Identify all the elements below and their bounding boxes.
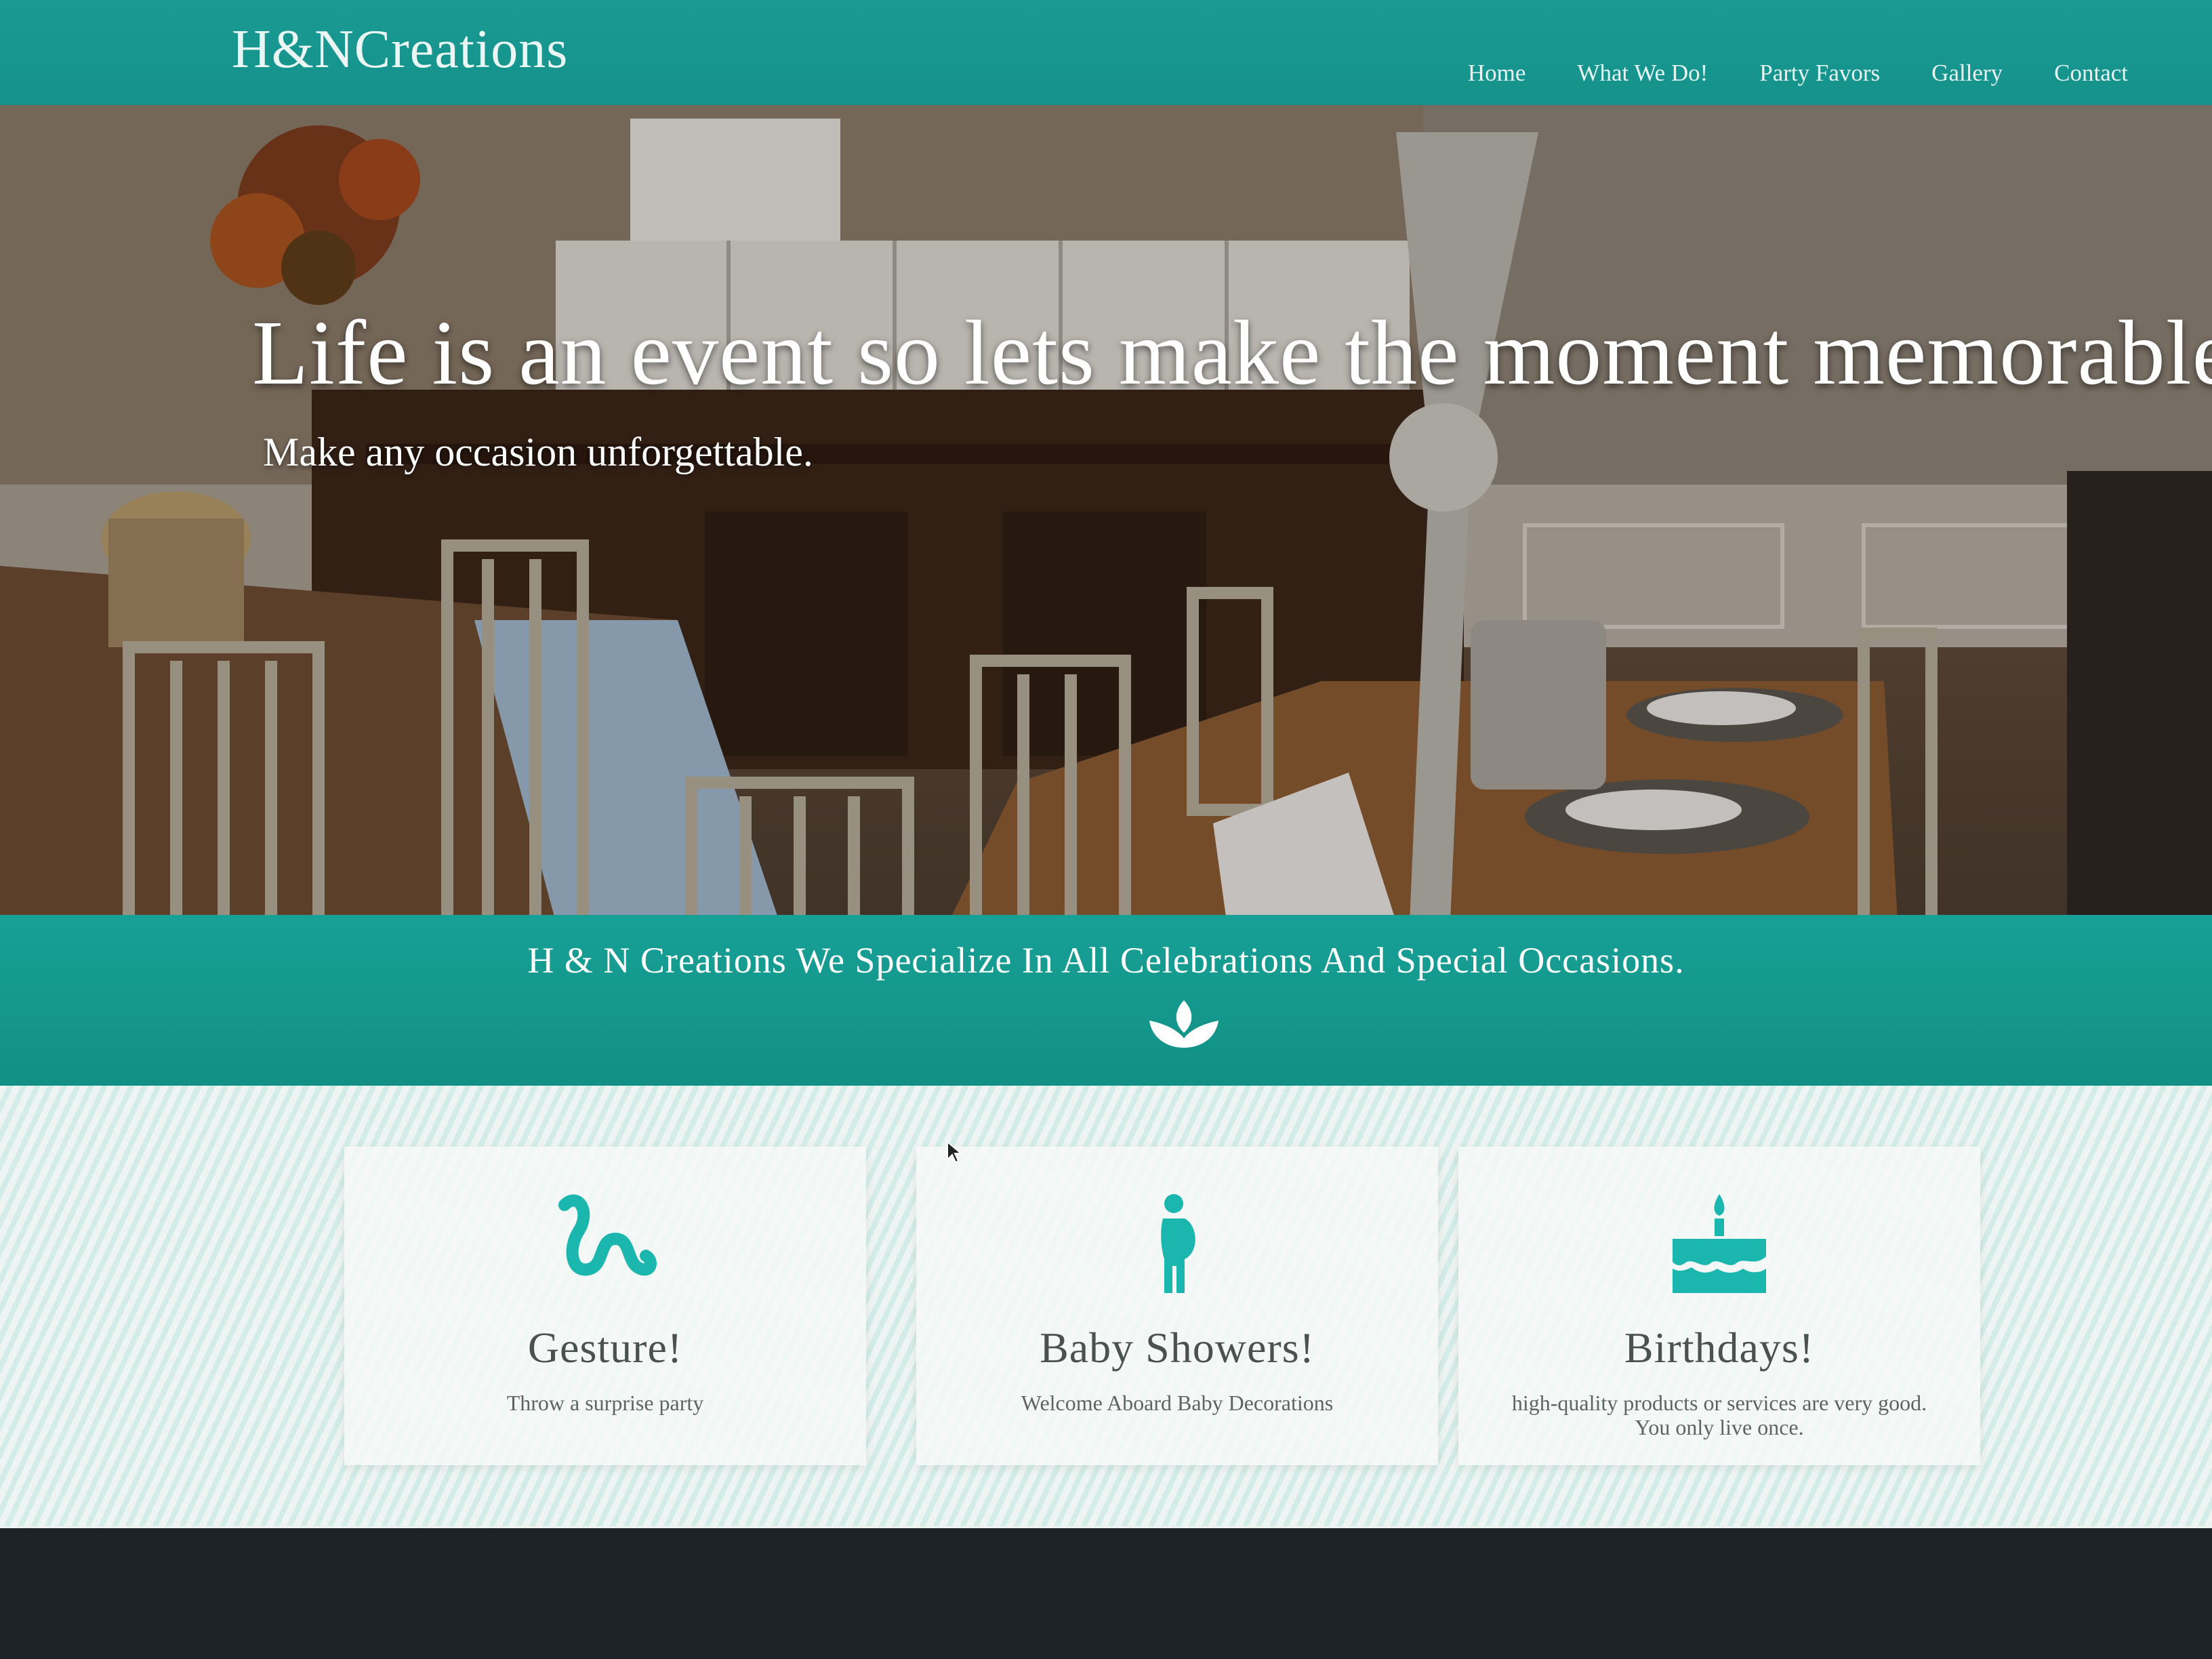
service-title: Baby Showers! (1040, 1324, 1315, 1372)
hero-background-image (0, 105, 2212, 922)
nav-menu: Home What We Do! Party Favors Gallery Co… (1468, 60, 2128, 87)
service-title: Birthdays! (1624, 1324, 1815, 1372)
services-section: Gesture! Throw a surprise party Baby Sho… (0, 1086, 2212, 1526)
nav-link-contact[interactable]: Contact (2054, 60, 2128, 87)
nav-link-home[interactable]: Home (1468, 60, 1526, 87)
service-card-gesture[interactable]: Gesture! Throw a surprise party (344, 1147, 866, 1465)
brand-logo[interactable]: H&NCreations (232, 19, 568, 81)
specialty-heading: H & N Creations We Specialize In All Cel… (527, 940, 1685, 981)
gesture-icon (558, 1194, 657, 1276)
specialty-band: H & N Creations We Specialize In All Cel… (0, 915, 2212, 1086)
nav-link-gallery[interactable]: Gallery (1931, 60, 2003, 87)
lotus-icon (1149, 1000, 1218, 1048)
hero-banner: Life is an event so lets make the moment… (0, 105, 2212, 922)
service-description: Throw a surprise party (506, 1391, 704, 1415)
hero-subtitle: Make any occasion unforgettable. (263, 430, 813, 474)
service-title: Gesture! (527, 1324, 683, 1372)
hero-title: Life is an event so lets make the moment… (252, 302, 2212, 404)
nav-link-party-favors[interactable]: Party Favors (1759, 60, 1880, 87)
mouse-cursor-icon (947, 1141, 962, 1164)
service-description: high-quality products or services are ve… (1511, 1391, 1927, 1439)
browser-viewport: H&NCreations Home What We Do! Party Favo… (0, 0, 2212, 1528)
birthday-cake-icon (1673, 1194, 1766, 1293)
service-description: Welcome Aboard Baby Decorations (1021, 1391, 1334, 1415)
pregnant-woman-icon (1161, 1194, 1195, 1293)
service-card-baby-showers[interactable]: Baby Showers! Welcome Aboard Baby Decora… (916, 1147, 1438, 1465)
service-card-birthdays[interactable]: Birthdays! high-quality products or serv… (1458, 1147, 1980, 1465)
nav-link-what-we-do[interactable]: What We Do! (1577, 60, 1708, 87)
